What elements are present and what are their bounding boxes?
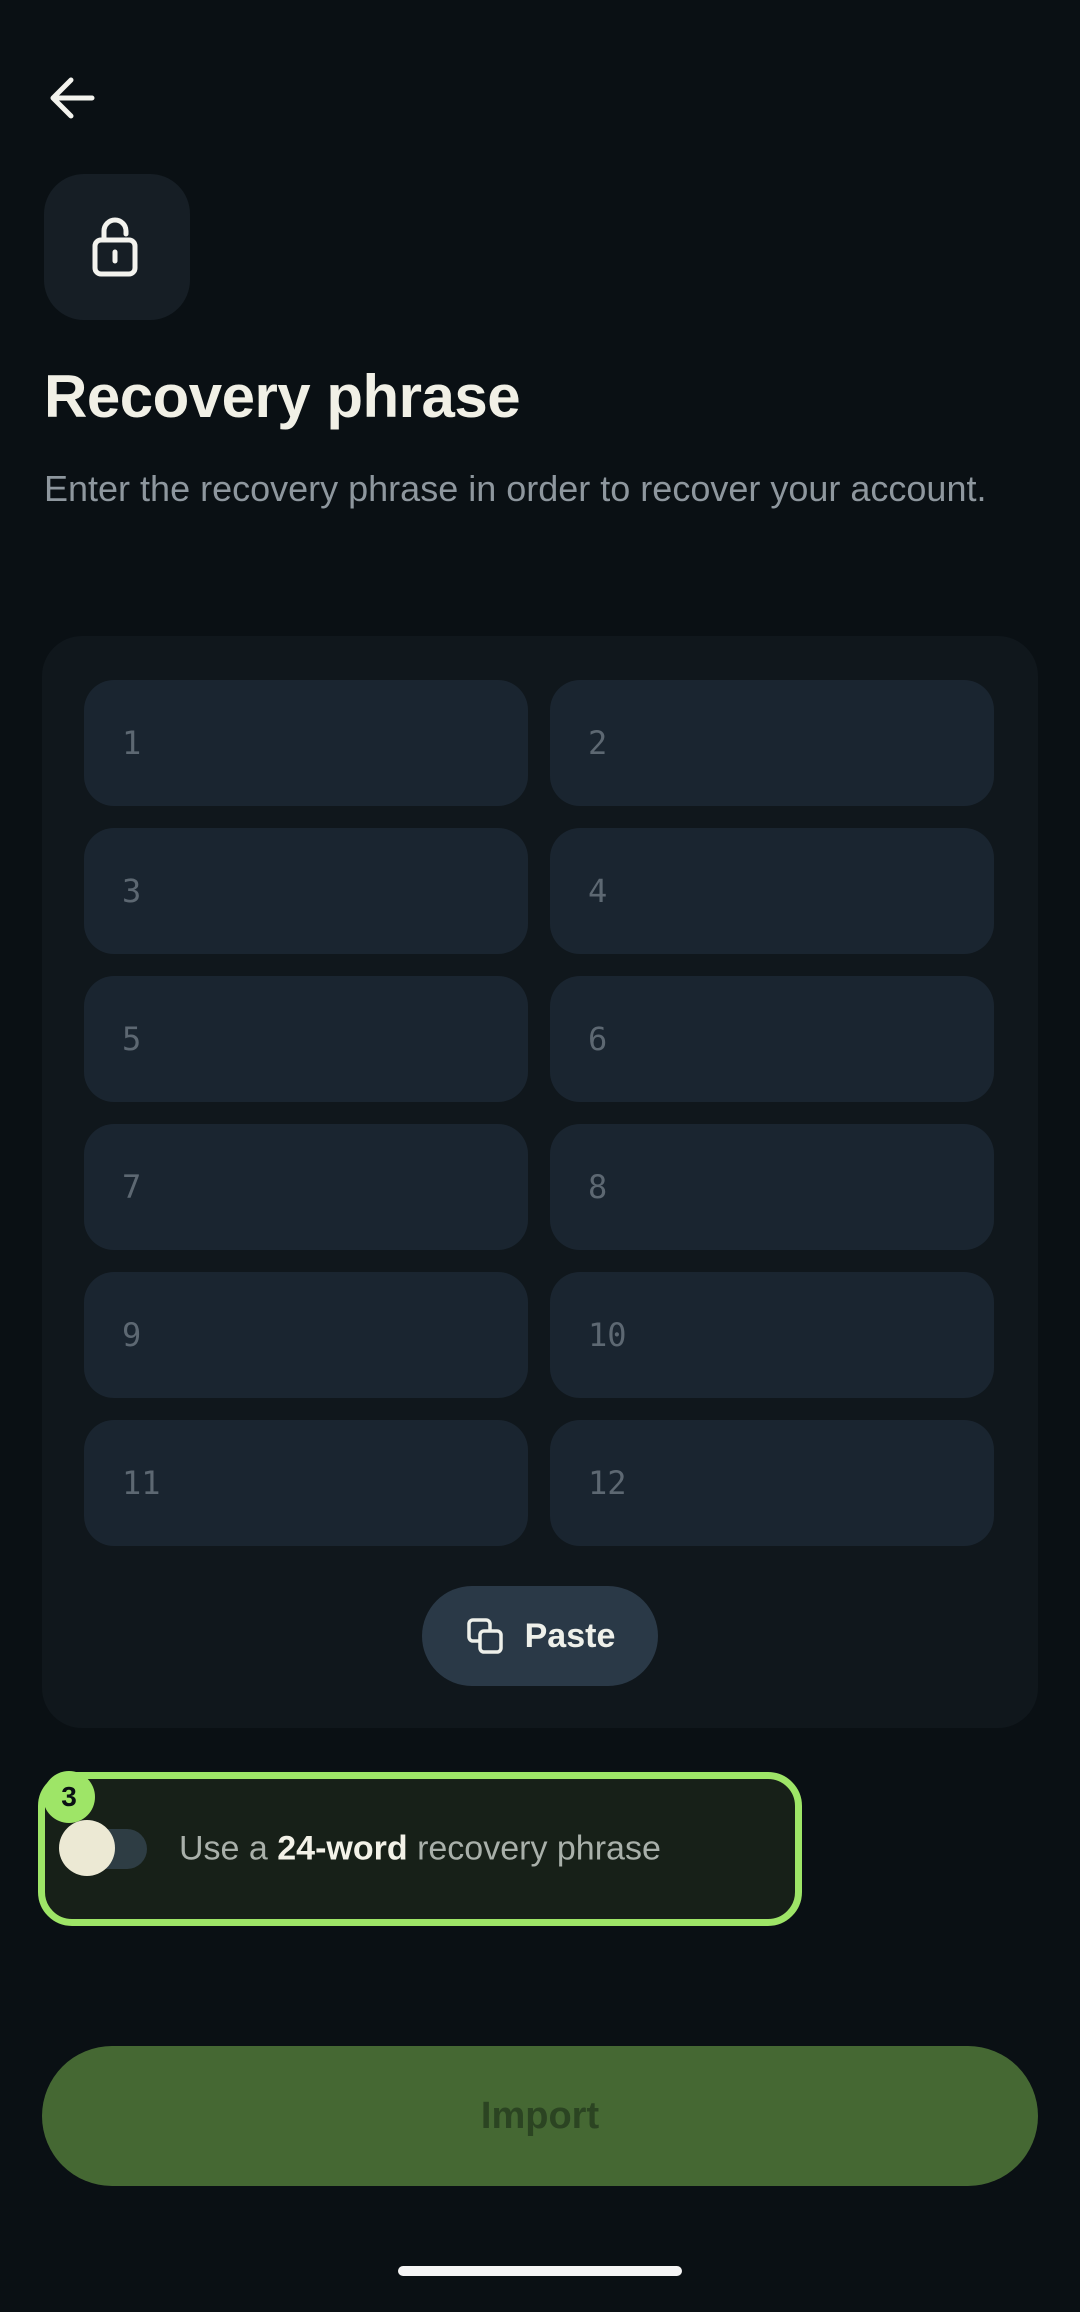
step-badge: 3 xyxy=(43,1771,95,1823)
24-word-toggle-switch[interactable] xyxy=(59,1820,147,1876)
word-input-9[interactable] xyxy=(84,1272,528,1398)
word-input-10[interactable] xyxy=(550,1272,994,1398)
word-input-8[interactable] xyxy=(550,1124,994,1250)
word-input-12[interactable] xyxy=(550,1420,994,1546)
lock-open-icon xyxy=(92,217,138,277)
page-title: Recovery phrase xyxy=(44,363,521,430)
page-subtitle: Enter the recovery phrase in order to re… xyxy=(44,468,987,509)
toggle-knob xyxy=(59,1820,115,1876)
word-input-1[interactable] xyxy=(84,680,528,806)
word-input-grid xyxy=(84,680,994,1546)
paste-button-label: Paste xyxy=(524,1616,616,1655)
word-input-7[interactable] xyxy=(84,1124,528,1250)
word-input-6[interactable] xyxy=(550,976,994,1102)
import-button[interactable]: Import xyxy=(42,2046,1038,2186)
word-input-5[interactable] xyxy=(84,976,528,1102)
toggle-label: Use a 24-word recovery phrase xyxy=(179,1829,661,1868)
copy-icon xyxy=(466,1618,503,1654)
home-indicator xyxy=(398,2266,682,2276)
word-input-2[interactable] xyxy=(550,680,994,806)
word-input-4[interactable] xyxy=(550,828,994,954)
recovery-phrase-panel: Paste xyxy=(42,636,1038,1728)
word-input-3[interactable] xyxy=(84,828,528,954)
lock-icon-tile xyxy=(44,174,190,320)
paste-button[interactable]: Paste xyxy=(422,1586,658,1686)
word-input-11[interactable] xyxy=(84,1420,528,1546)
word-count-toggle-card[interactable]: 3 Use a 24-word recovery phrase xyxy=(38,1771,802,1926)
arrow-left-icon xyxy=(50,77,95,119)
back-button[interactable] xyxy=(36,62,108,134)
